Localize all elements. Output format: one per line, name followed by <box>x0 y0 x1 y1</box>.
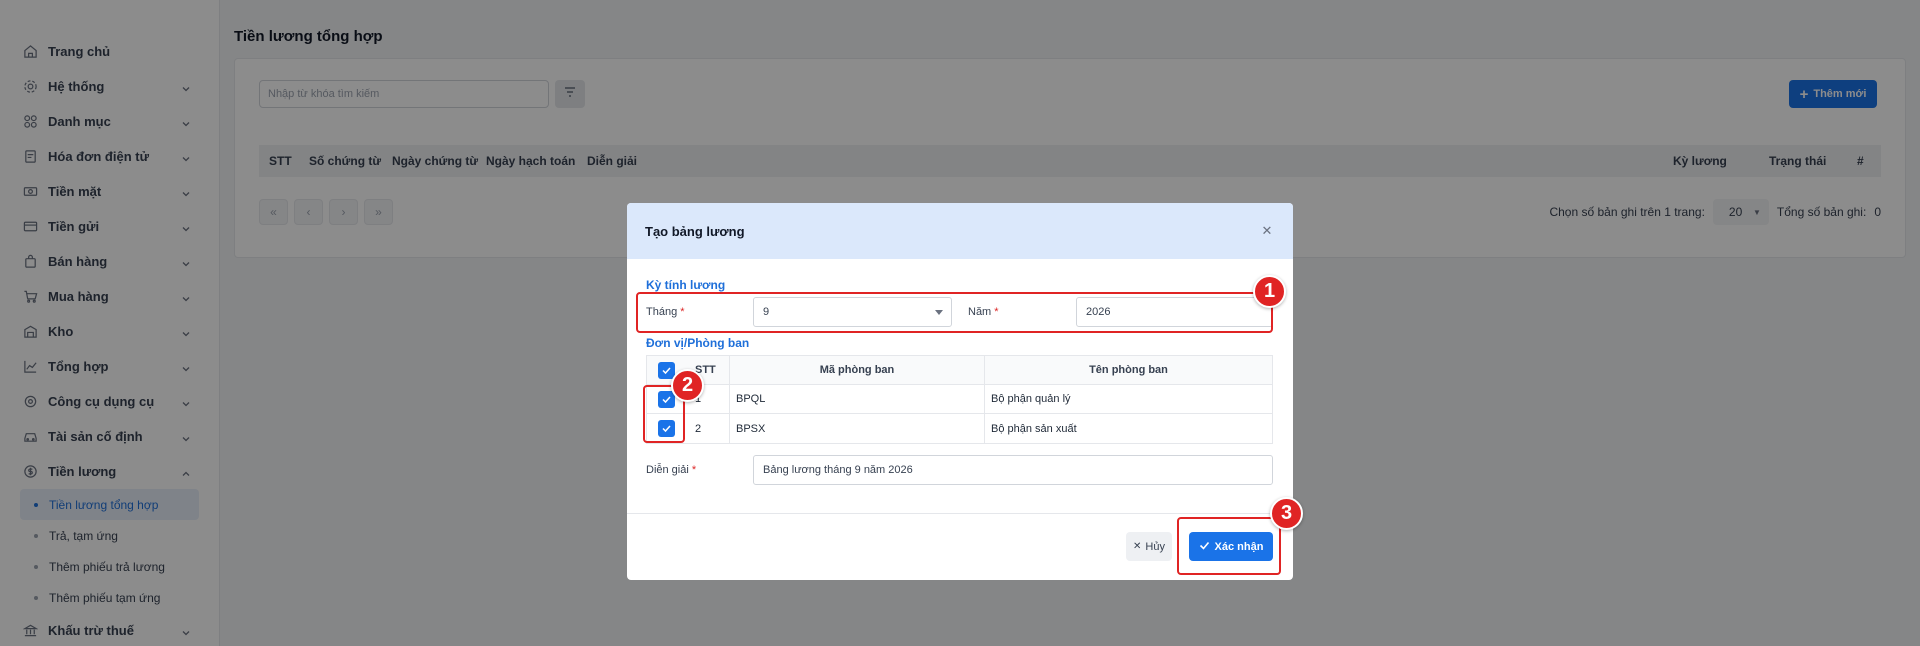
table-row: 2 BPSX Bộ phận sản xuất <box>647 414 1272 443</box>
row-code: BPSX <box>730 414 985 443</box>
modal-title: Tạo bảng lương <box>645 223 745 239</box>
description-label: Diễn giải * <box>646 464 697 476</box>
annotation-badge: 3 <box>1270 497 1303 530</box>
select-all-checkbox[interactable] <box>657 361 675 379</box>
annotation-highlight-confirm <box>1177 517 1281 575</box>
department-section-title: Đơn vị/Phòng ban <box>646 336 750 350</box>
annotation-badge: 2 <box>671 369 704 402</box>
row-name: Bộ phận sản xuất <box>991 422 1077 435</box>
code-header: Mã phòng ban <box>730 356 985 384</box>
cancel-label: Hủy <box>1145 540 1165 553</box>
annotation-highlight-period <box>636 292 1273 333</box>
name-header: Tên phòng ban <box>1089 364 1168 376</box>
row-code: BPQL <box>730 385 985 413</box>
department-table: STT Mã phòng ban Tên phòng ban 1 BPQL Bộ… <box>646 355 1273 444</box>
description-input[interactable]: Bảng lương tháng 9 năm 2026 <box>753 455 1273 485</box>
modal-header: Tạo bảng lương ✕ <box>627 203 1293 259</box>
table-header-row: STT Mã phòng ban Tên phòng ban <box>647 356 1272 385</box>
row-stt: 2 <box>685 414 730 443</box>
period-section-title: Kỳ tính lương <box>646 278 726 292</box>
close-icon: ✕ <box>1133 541 1142 552</box>
annotation-badge: 1 <box>1253 275 1286 308</box>
close-icon[interactable]: ✕ <box>1259 223 1275 239</box>
row-name: Bộ phận quản lý <box>991 393 1071 405</box>
table-row: 1 BPQL Bộ phận quản lý <box>647 385 1272 414</box>
footer-divider <box>627 513 1293 514</box>
cancel-button[interactable]: ✕ Hủy <box>1126 532 1172 561</box>
